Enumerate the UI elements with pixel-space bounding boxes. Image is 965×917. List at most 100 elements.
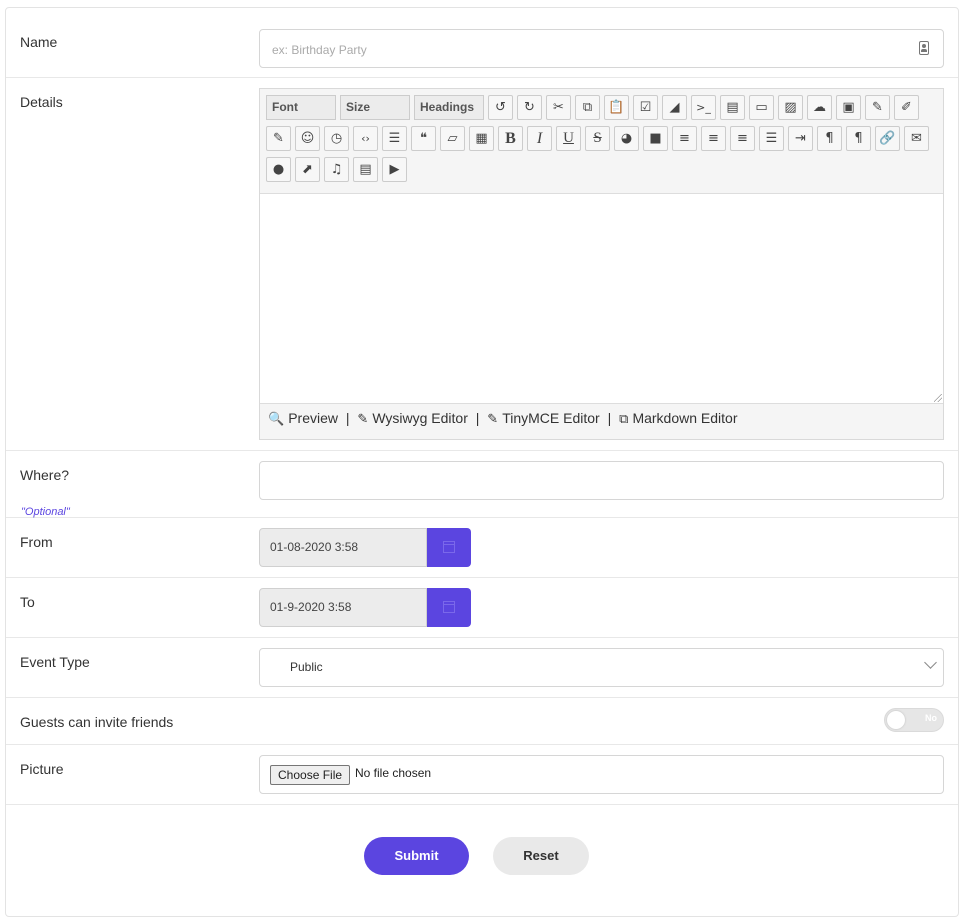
rectangle-icon[interactable]: ▭ [749,95,774,120]
toggle-knob [887,711,905,729]
italic-icon[interactable]: I [527,126,552,151]
list-icon[interactable]: ☰ [382,126,407,151]
justify-icon[interactable]: ☰ [759,126,784,151]
event-type-select[interactable]: Public [259,648,944,687]
chevron-down-icon [924,656,937,669]
cloud-upload-icon[interactable]: ☁ [807,95,832,120]
where-field[interactable] [259,461,944,501]
markdown-editor-link[interactable]: Markdown Editor [632,410,737,426]
checkbox-icon[interactable]: ☑ [633,95,658,120]
square-fill-icon[interactable]: ■ [643,126,668,151]
guests-label: Guests can invite friends [20,714,174,730]
palette-icon[interactable]: ◕ [614,126,639,151]
edit-icon[interactable]: ✐ [894,95,919,120]
guests-row: Guests can invite friends No [6,698,958,745]
name-input[interactable] [270,30,894,69]
event-type-row: Event Type Public [6,638,958,698]
to-calendar-button[interactable] [427,588,471,627]
link-icon[interactable]: 🔗 [875,126,900,151]
windows-icon: ⧉ [619,412,629,427]
strikethrough-icon[interactable]: S [585,126,610,151]
image-icon[interactable]: ▨ [778,95,803,120]
undo-icon[interactable]: ↺ [488,95,513,120]
external-link-icon[interactable]: ⬈ [295,157,320,182]
details-label: Details [20,94,63,110]
terminal-icon[interactable]: >_ [691,95,716,120]
name-label: Name [20,34,58,50]
clapperboard-icon[interactable]: ▤ [353,157,378,182]
archive-icon[interactable]: ▣ [836,95,861,120]
from-label: From [20,534,53,550]
where-label: Where? [20,467,70,483]
toggle-state-text: No [925,713,937,723]
event-type-label: Event Type [20,654,90,670]
quote-icon[interactable]: ❝ [411,126,436,151]
ltr-paragraph-icon[interactable]: ¶ [846,126,871,151]
indent-icon[interactable]: ⇥ [788,126,813,151]
choose-file-button[interactable]: Choose File [270,765,351,785]
separator: | [345,410,350,426]
edit-icon: ✎ [357,412,369,427]
history-icon[interactable]: ◷ [324,126,349,151]
search-icon: 🔍 [268,412,285,427]
details-row: Details Font Size Headings ↺ ↻ ✂ ⧉ 📋 ☑ ◢… [6,78,958,451]
wysiwyg-editor-link[interactable]: Wysiwyg Editor [372,410,468,426]
from-row: From 01-08-2020 3:58 [6,518,958,578]
file-icon[interactable]: ▤ [720,95,745,120]
where-input[interactable] [270,462,894,501]
create-event-form: Name Details Font Size Headings ↺ ↻ ✂ ⧉ … [5,7,959,917]
pen-icon[interactable]: ✎ [865,95,890,120]
picture-label: Picture [20,761,64,777]
submit-button[interactable]: Submit [364,837,469,875]
event-type-value: Public [290,660,323,674]
size-select[interactable]: Size [340,95,410,120]
smiley-icon[interactable]: ☺ [295,126,320,151]
rtl-paragraph-icon[interactable]: ¶ [817,126,842,151]
edit-icon: ✎ [487,412,499,427]
contact-card-icon [919,41,929,55]
underline-icon[interactable]: U [556,126,581,151]
guests-toggle[interactable]: No [884,708,944,732]
separator: | [475,410,480,426]
edit-square-icon[interactable]: ✎ [266,126,291,151]
name-row: Name [6,8,958,78]
headings-select[interactable]: Headings [414,95,484,120]
folder-open-icon[interactable]: ▱ [440,126,465,151]
name-field[interactable] [259,29,944,69]
redo-icon[interactable]: ↻ [517,95,542,120]
speech-bubble-icon[interactable]: ● [266,157,291,182]
to-date-input[interactable]: 01-9-2020 3:58 [259,588,427,627]
separator: | [607,410,612,426]
calendar-icon [443,601,455,613]
where-row: Where? "Optional" [6,451,958,518]
font-select[interactable]: Font [266,95,336,120]
align-center-icon[interactable]: ≡ [701,126,726,151]
rich-text-editor: Font Size Headings ↺ ↻ ✂ ⧉ 📋 ☑ ◢ >_ ▤ ▭ … [259,88,944,440]
details-textarea[interactable] [260,193,943,404]
picture-file-field: Choose File No file chosen [259,755,944,794]
to-label: To [20,594,35,610]
music-icon[interactable]: ♫ [324,157,349,182]
eraser-icon[interactable]: ◢ [662,95,687,120]
from-calendar-button[interactable] [427,528,471,567]
align-right-icon[interactable]: ≡ [672,126,697,151]
tinymce-editor-link[interactable]: TinyMCE Editor [502,410,600,426]
optional-hint: "Optional" [21,506,70,518]
envelope-icon[interactable]: ✉ [904,126,929,151]
editor-mode-bar: 🔍 Preview | ✎ Wysiwyg Editor | ✎ TinyMCE Ed… [268,410,737,427]
reset-button[interactable]: Reset [493,837,589,875]
copy-icon[interactable]: ⧉ [575,95,600,120]
paste-icon[interactable]: 📋 [604,95,629,120]
resize-handle-icon[interactable] [934,394,942,402]
qr-code-icon[interactable]: ▦ [469,126,494,151]
calendar-icon [443,541,455,553]
cut-icon[interactable]: ✂ [546,95,571,120]
preview-link[interactable]: Preview [288,410,338,426]
align-left-icon[interactable]: ≡ [730,126,755,151]
from-date-input[interactable]: 01-08-2020 3:58 [259,528,427,567]
to-row: To 01-9-2020 3:58 [6,578,958,638]
bold-icon[interactable]: B [498,126,523,151]
file-status: No file chosen [355,766,432,780]
code-icon[interactable]: ‹› [353,126,378,151]
video-play-icon[interactable]: ▶ [382,157,407,182]
